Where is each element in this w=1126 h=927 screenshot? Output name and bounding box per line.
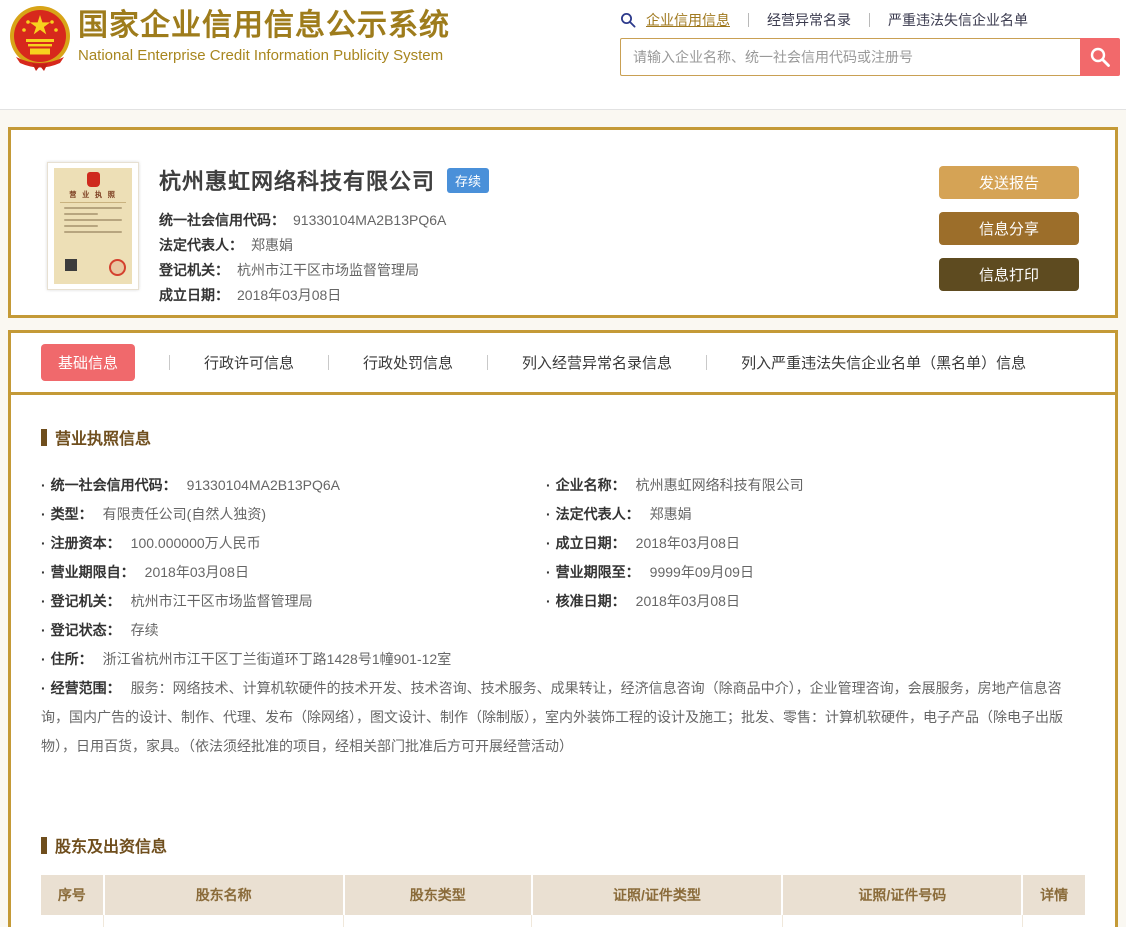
field-registration-status: 登记状态：存续: [41, 616, 546, 645]
tab-abnormal-operations[interactable]: 列入经营异常名录信息: [522, 352, 672, 373]
search-input[interactable]: [620, 38, 1080, 76]
summary-field-establish-date: 成立日期： 2018年03月08日: [159, 287, 342, 303]
shareholder-table: 序号 股东名称 股东类型 证照/证件类型 证照/证件号码 详情 1 郑惠娟 自然: [41, 875, 1085, 927]
nav-divider: [869, 13, 870, 27]
tab-divider: [328, 355, 330, 370]
nav-divider: [748, 13, 749, 27]
field-registration-authority: 登记机关：杭州市江干区市场监督管理局: [41, 587, 546, 616]
tab-divider: [169, 355, 171, 370]
license-field-grid: 统一社会信用代码：91330104MA2B13PQ6A 企业名称：杭州惠虹网络科…: [41, 471, 1085, 761]
shareholder-section: 股东及出资信息 序号 股东名称 股东类型 证照/证件类型 证照/证件号码 详情: [41, 833, 1085, 927]
tab-administrative-penalty[interactable]: 行政处罚信息: [363, 352, 453, 373]
field-company-name: 企业名称：杭州惠虹网络科技有限公司: [546, 471, 1085, 500]
nav-link-abnormal-operations[interactable]: 经营异常名录: [767, 10, 851, 30]
nav-link-enterprise-credit[interactable]: 企业信用信息: [646, 10, 730, 30]
tab-divider: [487, 355, 489, 370]
cell-detail: 查看: [1022, 915, 1085, 927]
detail-content: 营业执照信息 统一社会信用代码：91330104MA2B13PQ6A 企业名称：…: [11, 395, 1115, 927]
field-credit-code: 统一社会信用代码：91330104MA2B13PQ6A: [41, 471, 546, 500]
cell-cert-number: 非公示项: [782, 915, 1023, 927]
cell-cert-type: 非公示项: [531, 915, 783, 927]
license-section-title: 营业执照信息: [41, 425, 1085, 449]
tab-basic-info[interactable]: 基础信息: [41, 344, 136, 381]
print-info-button[interactable]: 信息打印: [939, 258, 1079, 291]
field-establish-date: 成立日期：2018年03月08日: [546, 529, 1085, 558]
column-header-cert-number: 证照/证件号码: [782, 875, 1024, 915]
company-info: 杭州惠虹网络科技有限公司 存续 统一社会信用代码： 91330104MA2B13P…: [159, 162, 490, 303]
action-buttons: 发送报告 信息分享 信息打印: [939, 166, 1079, 304]
field-company-type: 类型：有限责任公司(自然人独资): [41, 500, 546, 529]
license-thumb-textline: [64, 213, 98, 215]
search-bar: [620, 38, 1120, 76]
tab-divider: [706, 355, 708, 370]
field-legal-rep: 法定代表人：郑惠娟: [546, 500, 1085, 529]
site-title-block: 国家企业信用信息公示系统 National Enterprise Credit …: [78, 8, 450, 64]
site-subtitle: National Enterprise Credit Information P…: [78, 47, 444, 64]
column-header-detail: 详情: [1022, 875, 1085, 915]
column-header-shareholder-type: 股东类型: [343, 875, 533, 915]
summary-field-legal-rep: 法定代表人： 郑惠娟: [159, 237, 293, 253]
summary-field-registration-authority: 登记机关： 杭州市江干区市场监督管理局: [159, 262, 419, 278]
shareholder-section-title: 股东及出资信息: [41, 833, 1085, 857]
field-term-from: 营业期限自：2018年03月08日: [41, 558, 546, 587]
tab-blacklist-info[interactable]: 列入严重违法失信企业名单（黑名单）信息: [741, 352, 1026, 373]
license-qr-code: [62, 256, 80, 274]
top-nav: 企业信用信息 经营异常名录 严重违法失信企业名单: [620, 10, 1120, 30]
column-header-shareholder-name: 股东名称: [103, 875, 345, 915]
site-title: 国家企业信用信息公示系统: [78, 9, 450, 42]
field-business-scope: 经营范围：服务：网络技术、计算机软硬件的技术开发、技术咨询、技术服务、成果转让，…: [41, 674, 1085, 761]
field-term-to: 营业期限至：9999年09月09日: [546, 558, 1085, 587]
column-header-seq: 序号: [41, 875, 105, 915]
page-body: 营 业 执 照 杭州惠虹网络科技有限公司 存续 统一社会信用代码： 9133010…: [0, 110, 1126, 927]
license-thumb-paper: 营 业 执 照: [54, 168, 132, 284]
license-thumb-textline: [64, 225, 98, 227]
national-emblem-logo: [8, 5, 72, 73]
send-report-button[interactable]: 发送报告: [939, 166, 1079, 199]
table-row: 1 郑惠娟 自然人股东 非公示项 非公示项 查看: [41, 915, 1085, 927]
field-address: 住所：浙江省杭州市江干区丁兰街道环丁路1428号1幢901-12室: [41, 645, 1085, 674]
business-license-thumbnail[interactable]: 营 业 执 照: [47, 162, 139, 290]
table-header-row: 序号 股东名称 股东类型 证照/证件类型 证照/证件号码 详情: [41, 875, 1085, 915]
cell-shareholder-name: 郑惠娟: [103, 915, 345, 927]
cell-seq: 1: [41, 915, 105, 927]
field-grid-filler: [546, 616, 1085, 645]
detail-card: 基础信息 行政许可信息 行政处罚信息 列入经营异常名录信息 列入严重违法失信企业…: [8, 330, 1118, 927]
share-info-button[interactable]: 信息分享: [939, 212, 1079, 245]
license-thumb-textline: [64, 219, 122, 221]
column-header-cert-type: 证照/证件类型: [531, 875, 784, 915]
license-thumb-title: 营 业 执 照: [69, 190, 117, 199]
license-thumb-textline: [64, 207, 122, 209]
field-registered-capital: 注册资本：100.000000万人民币: [41, 529, 546, 558]
field-approval-date: 核准日期：2018年03月08日: [546, 587, 1085, 616]
search-icon: [621, 13, 636, 28]
license-thumb-textline: [64, 231, 122, 233]
search-button[interactable]: [1080, 38, 1120, 76]
search-icon: [1090, 47, 1110, 67]
company-summary-card: 营 业 执 照 杭州惠虹网络科技有限公司 存续 统一社会信用代码： 9133010…: [8, 127, 1118, 318]
site-header: 国家企业信用信息公示系统 National Enterprise Credit …: [0, 0, 1126, 110]
section-marker: [41, 428, 47, 446]
license-thumb-rule: [60, 202, 126, 203]
cell-shareholder-type: 自然人股东: [343, 915, 533, 927]
status-badge[interactable]: 存续: [447, 167, 490, 193]
license-red-seal: [109, 259, 126, 276]
tab-administrative-license[interactable]: 行政许可信息: [204, 352, 294, 373]
section-marker: [41, 836, 47, 854]
license-emblem-icon: [86, 172, 100, 187]
header-right: 企业信用信息 经营异常名录 严重违法失信企业名单: [620, 10, 1120, 76]
company-name: 杭州惠虹网络科技有限公司: [159, 169, 436, 194]
nav-link-blacklist[interactable]: 严重违法失信企业名单: [888, 10, 1028, 30]
tab-bar: 基础信息 行政许可信息 行政处罚信息 列入经营异常名录信息 列入严重违法失信企业…: [11, 333, 1115, 392]
summary-field-credit-code: 统一社会信用代码： 91330104MA2B13PQ6A: [159, 212, 447, 228]
